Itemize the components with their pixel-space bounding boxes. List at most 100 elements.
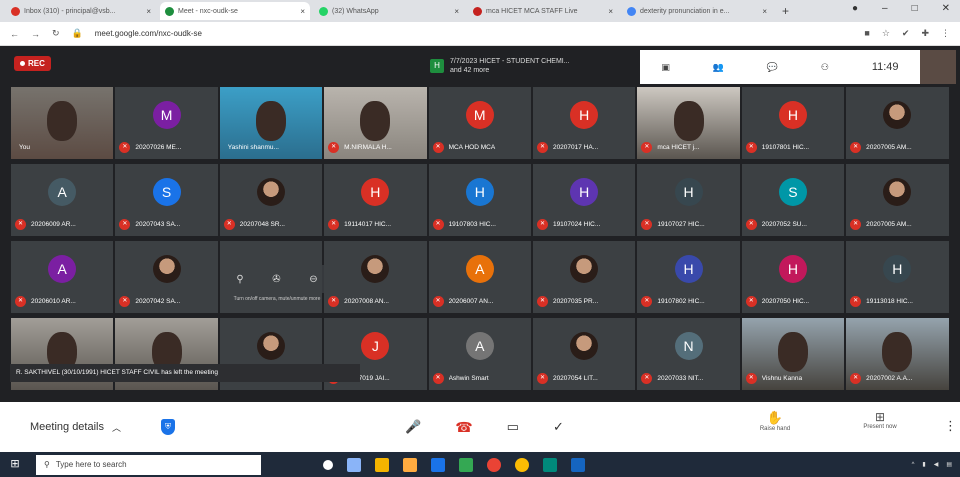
check-icon[interactable]: ✓ (553, 419, 564, 435)
meeting-details-button[interactable]: Meeting details (30, 421, 104, 433)
participant-tile[interactable]: A ✕ 20206009 AR... (10, 163, 115, 237)
participant-tile[interactable]: ✕ mca HICET j... (636, 86, 741, 160)
participant-tile[interactable]: ✕ 20207035 PR... (531, 240, 637, 314)
profile-icon[interactable]: ● (852, 3, 858, 14)
microphone-icon[interactable]: 🎤 (405, 419, 421, 435)
cortana-icon[interactable] (323, 459, 333, 470)
folder-icon[interactable] (403, 457, 417, 472)
participant-tile[interactable]: A ✕ Ashwin Smart (427, 317, 532, 391)
participant-tile[interactable]: N ✕ 20207033 NIT... (636, 317, 741, 391)
more-options-icon[interactable]: ⊖ (309, 274, 317, 285)
volume-icon[interactable]: ◀ (934, 461, 939, 468)
tray-arrow-icon[interactable]: ^ (912, 462, 915, 468)
participant-tile[interactable]: You (10, 86, 115, 160)
network-icon[interactable]: ▮ (922, 461, 925, 468)
notification-icon[interactable]: ▤ (946, 461, 952, 468)
chat-icon[interactable]: 💬 (767, 62, 778, 73)
participant-tile[interactable]: S ✕ 20207043 SA... (114, 163, 219, 237)
raise-hand-button[interactable]: ✋ Raise hand (745, 410, 805, 432)
minimize-button[interactable]: – (882, 3, 888, 14)
participant-tile[interactable]: H ✕ 19107802 HIC... (636, 240, 741, 314)
participant-tile[interactable]: ✕ 20207054 LIT... (531, 317, 637, 391)
maximize-button[interactable]: □ (912, 3, 918, 14)
participant-tile[interactable]: A ✕ 20206010 AR... (10, 240, 115, 314)
tab-close-icon[interactable]: × (454, 7, 459, 16)
participant-tile[interactable]: H ✕ 19107024 HIC... (531, 163, 637, 237)
app-icon[interactable] (459, 457, 473, 472)
tab-close-icon[interactable]: × (146, 7, 151, 16)
forward-icon[interactable]: → (31, 29, 40, 39)
participant-tile[interactable]: M ✕ MCA HOD MCA (427, 86, 532, 160)
browser-tab[interactable]: dexterity pronunciation in e... × (622, 2, 772, 20)
participant-name: 20207035 PR... (552, 298, 599, 305)
taskbar-search[interactable]: ⚲ Type here to search (36, 454, 261, 475)
pin-icon[interactable]: ⚲ (236, 274, 243, 285)
app2-icon[interactable] (543, 457, 557, 472)
reload-icon[interactable]: ↻ (52, 28, 60, 39)
chrome-icon[interactable] (487, 457, 501, 472)
camera-icon[interactable]: ▭ (507, 419, 519, 435)
more-options-button[interactable]: ⋮ (944, 418, 957, 434)
host-controls-shield-icon[interactable]: ⛨ (161, 419, 176, 435)
windows-start-icon[interactable]: ⊞ (0, 452, 30, 477)
browser-tab[interactable]: Inbox (310) - principal@vsb... × (6, 2, 156, 20)
new-tab-button[interactable]: + (782, 4, 789, 18)
participant-tile[interactable]: ✕ 20207008 AN... (323, 240, 428, 314)
meeting-title-pill[interactable]: H 7/7/2023 HICET - STUDENT CHEMI... and … (430, 51, 640, 81)
mute-participant-icon[interactable]: ✇ (272, 274, 280, 285)
participant-tile[interactable]: Yashini shanmu... (218, 86, 324, 160)
participant-tile[interactable]: M ✕ 20207026 ME... (114, 86, 219, 160)
store-icon[interactable] (431, 457, 445, 472)
participant-tile[interactable]: ✕ 20207048 SR... (218, 163, 324, 237)
menu-icon[interactable]: ⋮ (941, 28, 950, 39)
participant-avatar: H (883, 255, 912, 283)
participant-tile[interactable]: H ✕ 19114017 HIC... (323, 163, 428, 237)
camera-permission-icon[interactable]: ■ (864, 28, 869, 39)
browser-tab[interactable]: mca HICET MCA STAFF Live × (468, 2, 618, 20)
close-window-button[interactable]: ✕ (942, 3, 950, 14)
participant-name: 20207005 AM... (866, 144, 912, 151)
participant-tile[interactable]: ✕ Vishnu Kanna (740, 317, 846, 391)
participant-tile[interactable]: H ✕ 20207050 HIC... (740, 240, 846, 314)
hang-up-icon[interactable]: ☎ (455, 419, 472, 436)
participant-photo (883, 178, 912, 206)
participant-tile[interactable]: S ✕ 20207052 SU... (740, 163, 846, 237)
tab-close-icon[interactable]: × (300, 7, 305, 16)
task-view-icon[interactable] (347, 457, 361, 472)
participant-tile[interactable]: ✕ 20207005 AM... (845, 86, 950, 160)
chrome-profile-icon[interactable] (515, 457, 529, 472)
present-now-button[interactable]: ⊞ Present now (845, 410, 915, 430)
back-icon[interactable]: ← (10, 29, 19, 39)
participant-tile[interactable]: ✕ M.NIRMALA H... (323, 86, 428, 160)
extension-icon[interactable]: ✔ (902, 28, 910, 39)
participant-avatar: S (152, 178, 181, 206)
tab-favicon-icon (11, 6, 20, 16)
participant-tile[interactable]: H ✕ 19107027 HIC... (636, 163, 741, 237)
tab-close-icon[interactable]: × (608, 7, 613, 16)
participant-tile[interactable]: H ✕ 20207017 HA... (531, 86, 637, 160)
browser-tab[interactable]: Meet - nxc-oudk-se × (160, 2, 310, 20)
activities-icon[interactable]: ⚇ (821, 62, 829, 73)
url-field[interactable]: meet.google.com/nxc-oudk-se (95, 29, 202, 38)
participant-tile[interactable]: ✕ 20207002 A.A... (845, 317, 950, 391)
people-icon[interactable]: 👥 (713, 62, 724, 73)
bookmark-star-icon[interactable]: ☆ (882, 28, 890, 39)
browser-tab[interactable]: (32) WhatsApp × (314, 2, 464, 20)
participant-name: 19107801 HIC... (761, 144, 810, 151)
puzzle-icon[interactable]: ✚ (921, 28, 929, 39)
participant-tile[interactable]: ✕ 20207042 SA... (114, 240, 219, 314)
participant-tile[interactable]: H ✕ 19107801 HIC... (740, 86, 846, 160)
participant-tile[interactable]: ✕ 20207005 AM... (845, 163, 950, 237)
captions-icon[interactable]: ▣ (661, 62, 670, 73)
word-icon[interactable] (571, 457, 585, 472)
participant-tile[interactable]: A ✕ 20206007 AN... (427, 240, 532, 314)
tab-title: Inbox (310) - principal@vsb... (24, 7, 116, 15)
file-explorer-icon[interactable] (375, 457, 389, 472)
participant-avatar: S (778, 178, 807, 206)
self-view-thumbnail[interactable] (920, 50, 956, 84)
tab-close-icon[interactable]: × (762, 7, 767, 16)
participant-photo (361, 255, 390, 283)
chevron-up-icon[interactable]: ︿ (112, 421, 121, 434)
participant-tile[interactable]: H ✕ 19113018 HIC... (845, 240, 950, 314)
participant-tile[interactable]: H ✕ 19107803 HIC... (427, 163, 532, 237)
